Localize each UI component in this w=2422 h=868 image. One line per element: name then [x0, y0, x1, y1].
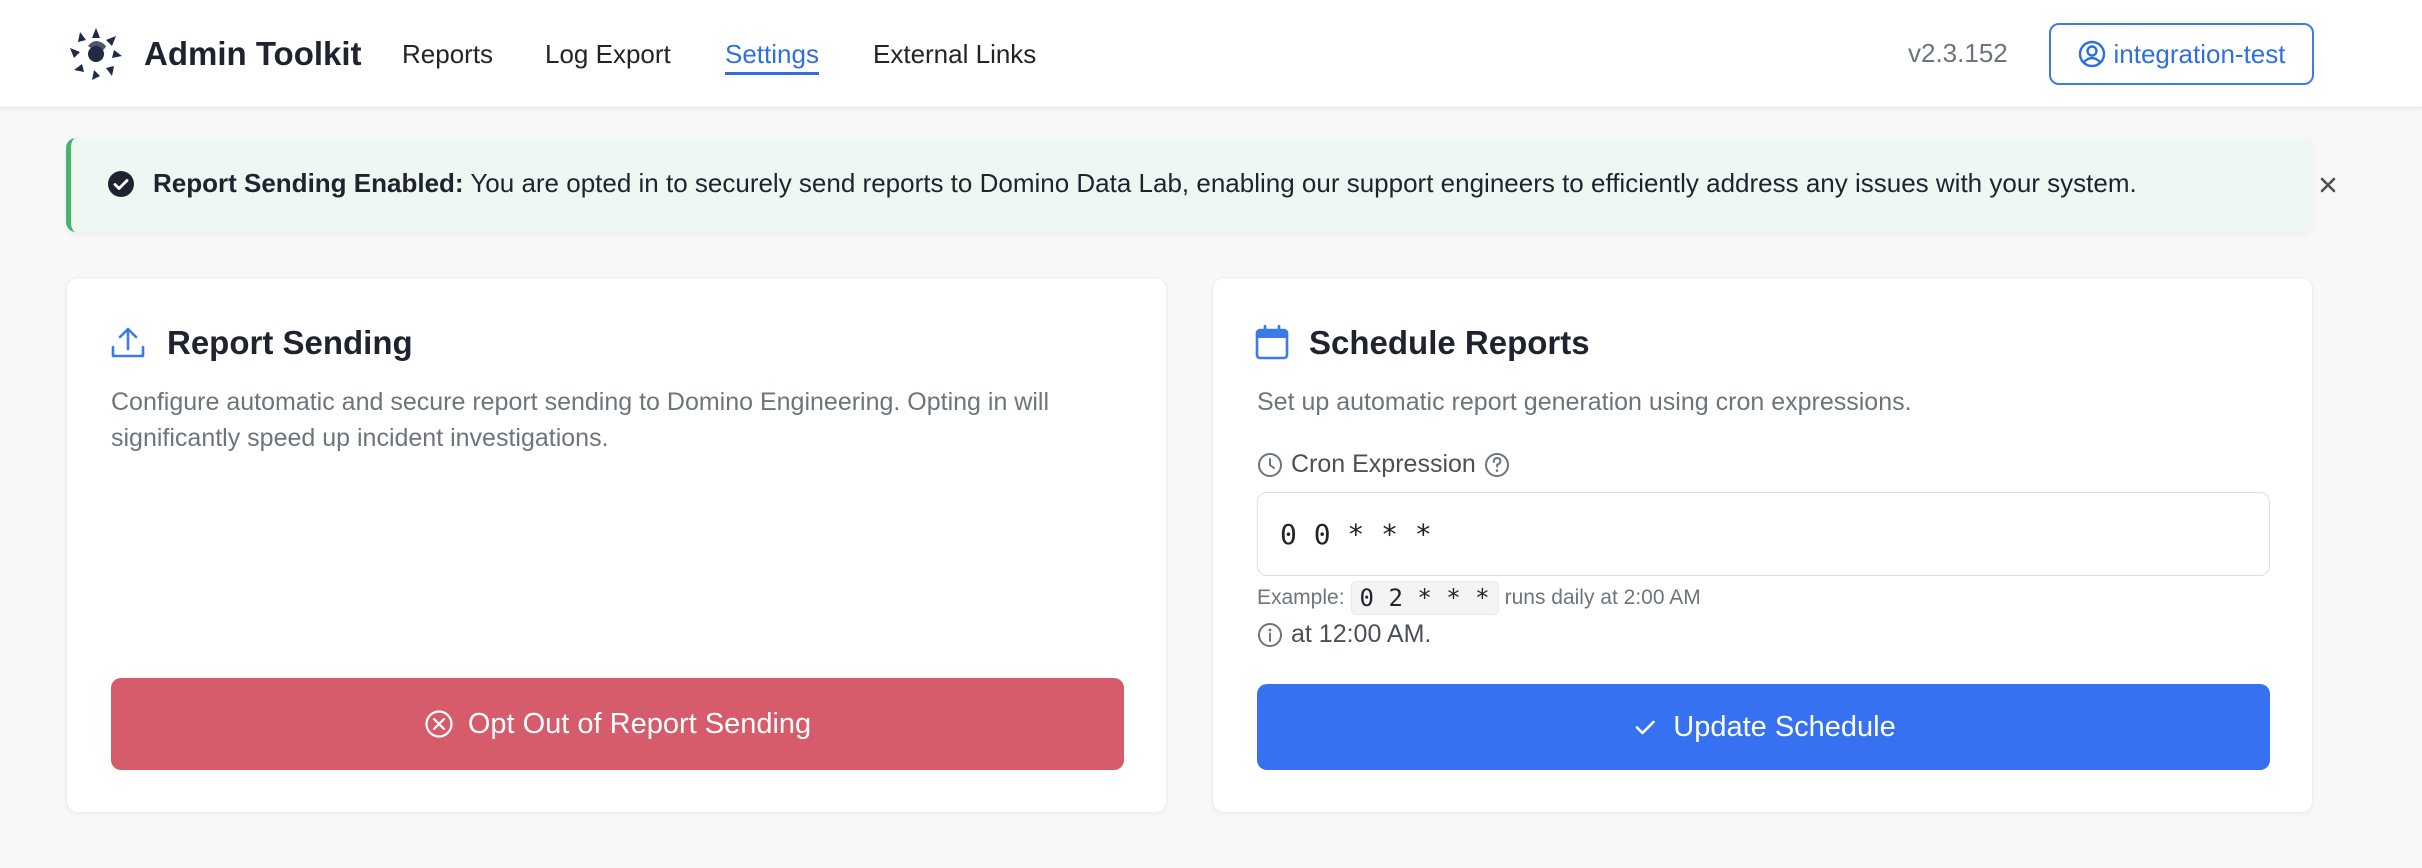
- report-sending-description: Configure automatic and secure report se…: [111, 388, 1050, 452]
- schedule-reports-card: Schedule Reports Set up automatic report…: [1212, 277, 2313, 813]
- next-run-info: at 12:00 AM.: [1257, 620, 1431, 649]
- user-circle-icon: [2078, 40, 2105, 68]
- check-circle-icon: [108, 171, 134, 197]
- clock-icon: [1258, 452, 1282, 477]
- cron-example: Example: 0 2 * * * runs daily at 2:00 AM: [1257, 581, 1701, 615]
- brand[interactable]: Admin Toolkit: [66, 22, 362, 86]
- check-icon: [1635, 720, 1656, 735]
- nav-log-export[interactable]: Log Export: [545, 36, 671, 72]
- report-sending-card: Report Sending Configure automatic and s…: [66, 277, 1167, 813]
- example-code: 0 2 * * *: [1350, 581, 1499, 615]
- next-run-text: at 12:00 AM.: [1291, 620, 1432, 648]
- schedule-reports-title: Schedule Reports: [1255, 324, 1590, 362]
- nav-reports[interactable]: Reports: [402, 36, 493, 72]
- upload-icon: [111, 327, 145, 358]
- update-schedule-button[interactable]: Update Schedule: [1257, 684, 2270, 770]
- example-suffix: runs daily at 2:00 AM: [1504, 586, 1701, 609]
- close-icon[interactable]: [2311, 168, 2345, 202]
- schedule-reports-description: Set up automatic report generation using…: [1257, 388, 1912, 416]
- cron-expression-label: Cron Expression: [1257, 450, 1518, 479]
- report-sending-title: Report Sending: [109, 324, 413, 362]
- schedule-reports-heading: Schedule Reports: [1309, 324, 1590, 361]
- nav-external-links[interactable]: External Links: [873, 36, 1036, 72]
- alert-title: Report Sending Enabled:: [153, 168, 464, 198]
- report-sending-heading: Report Sending: [167, 324, 413, 361]
- example-prefix: Example:: [1257, 586, 1345, 609]
- calendar-icon: [1255, 325, 1289, 360]
- opt-out-button[interactable]: Opt Out of Report Sending: [111, 678, 1124, 770]
- alert-message: You are opted in to securely send report…: [470, 168, 2137, 198]
- cron-expression-label-text: Cron Expression: [1291, 450, 1476, 478]
- user-name: integration-test: [2113, 38, 2286, 69]
- question-circle-icon[interactable]: [1484, 452, 1510, 478]
- update-schedule-label: Update Schedule: [1673, 710, 1896, 743]
- version-label: v2.3.152: [1908, 38, 2008, 68]
- nav-settings[interactable]: Settings: [725, 36, 819, 75]
- opt-out-label: Opt Out of Report Sending: [467, 707, 812, 740]
- x-circle-icon: [425, 710, 453, 738]
- info-icon: [1258, 622, 1282, 647]
- domino-logo-icon: [70, 28, 122, 80]
- app-title: Admin Toolkit: [144, 35, 362, 72]
- report-sending-alert: Report Sending Enabled: You are opted in…: [66, 138, 2336, 232]
- cron-expression-input[interactable]: [1257, 492, 2270, 576]
- user-menu-button[interactable]: integration-test: [2049, 23, 2314, 85]
- alert-text: Report Sending Enabled: You are opted in…: [153, 168, 2137, 199]
- top-navbar: Admin Toolkit Reports Log Export Setting…: [0, 0, 2422, 108]
